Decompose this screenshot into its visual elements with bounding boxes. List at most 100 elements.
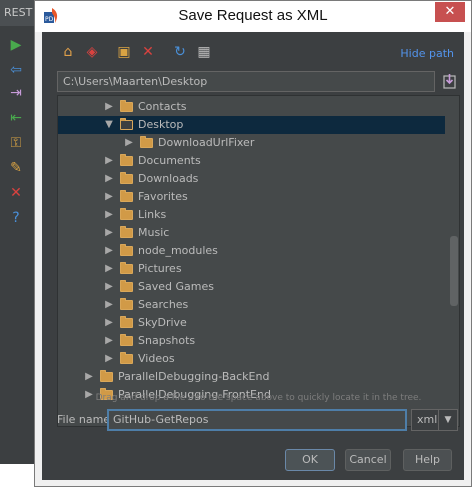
export-icon[interactable]: ⇥ [6,83,26,103]
dialog-title: Save Request as XML [178,7,328,24]
close-icon[interactable]: ✕ [6,183,26,203]
tree-row-label: Contacts [138,100,187,113]
expand-right-icon[interactable]: ▶ [104,152,114,170]
import-icon[interactable]: ⇤ [6,108,26,128]
folder-icon [120,100,133,112]
tree-row[interactable]: ▶ Documents [58,152,445,170]
folder-icon [120,226,133,238]
tree-scrollbar[interactable] [450,236,458,306]
tree-row[interactable]: ▶ Links [58,206,445,224]
help-icon[interactable]: ? [6,208,26,228]
tree-row-label: Searches [138,298,189,311]
tree-row[interactable]: ▶ ParallelDebugging-BackEnd [58,368,445,386]
folder-icon [120,280,133,292]
path-history-icon[interactable] [440,71,460,92]
close-icon: ✕ [444,4,456,19]
help-button[interactable]: Help [403,449,452,471]
tree-row-label: Pictures [138,262,182,275]
refresh-icon[interactable]: ↻ [170,42,190,62]
hide-path-link[interactable]: Hide path [400,47,454,60]
key-icon[interactable]: ⚿ [6,133,26,153]
expand-right-icon[interactable]: ▶ [104,350,114,368]
tree-row-label: ParallelDebugging-BackEnd [118,370,270,383]
chevron-down-icon[interactable]: ▼ [438,410,457,430]
file-name-label: File name: [57,413,114,426]
folder-icon [120,244,133,256]
expand-down-icon[interactable]: ▼ [104,116,114,134]
file-name-input[interactable]: GitHub-GetRepos [107,409,407,431]
tree-row[interactable]: ▶ Snapshots [58,332,445,350]
folder-icon [120,172,133,184]
back-arrow-icon[interactable]: ⇦ [6,60,26,80]
tree-row-label: Favorites [138,190,188,203]
folder-icon [120,352,133,364]
tree-row[interactable]: ▶ SkyDrive [58,314,445,332]
tree-row-label: Videos [138,352,175,365]
folder-icon [120,262,133,274]
tree-row[interactable]: ▶ Contacts [58,98,445,116]
tree-row[interactable]: ▶ Favorites [58,188,445,206]
tree-row[interactable]: ▶ Downloads [58,170,445,188]
tree-row[interactable]: ▶ DownloadUrlFixer [58,134,445,152]
delete-icon[interactable]: ✕ [138,42,158,62]
folder-icon [120,298,133,310]
rest-tab[interactable]: REST [0,0,34,26]
path-input[interactable]: C:\Users\Maarten\Desktop [57,71,435,92]
tree-row[interactable]: ▶ Music [58,224,445,242]
run-icon[interactable]: ▶ [6,35,26,55]
ok-button[interactable]: OK [285,449,335,471]
folder-icon [120,118,133,130]
expand-right-icon[interactable]: ▶ [104,188,114,206]
new-folder-icon[interactable]: ▣ [114,42,134,62]
expand-right-icon[interactable]: ▶ [104,260,114,278]
extension-value: xml [417,413,438,426]
file-tree[interactable]: ▶ ParallelDebugging-FrontEnd ▶ ParallelDebu… [57,95,460,427]
tree-row-label: SkyDrive [138,316,187,329]
expand-right-icon[interactable]: ▶ [104,278,114,296]
expand-right-icon[interactable]: ▶ [84,368,94,386]
tree-row-label: Desktop [138,118,184,131]
dialog-content: ⌂ ◈ ▣ ✕ ↻ ▦ Hide path C:\Users\Maarten\Deskto… [42,32,464,480]
folder-icon [100,370,113,382]
expand-right-icon[interactable]: ▶ [104,314,114,332]
tree-row-label: DownloadUrlFixer [158,136,255,149]
tree-row[interactable]: ▶ Pictures [58,260,445,278]
folder-icon [120,316,133,328]
folder-icon [120,154,133,166]
wrench-icon[interactable]: ✎ [6,158,26,178]
tree-row[interactable]: ▶ Saved Games [58,278,445,296]
close-button[interactable]: ✕ [435,2,465,22]
tree-row[interactable]: ▶ Videos [58,350,445,368]
tree-row-label: Saved Games [138,280,214,293]
folder-icon [120,208,133,220]
folder-icon [120,334,133,346]
home-icon[interactable]: ⌂ [58,42,78,62]
expand-right-icon[interactable]: ▶ [104,224,114,242]
dialog-titlebar: PD Save Request as XML ✕ [35,1,471,32]
expand-right-icon[interactable]: ▶ [124,134,134,152]
tree-row[interactable]: ▶ Searches [58,296,445,314]
expand-right-icon[interactable]: ▶ [104,98,114,116]
expand-right-icon[interactable]: ▶ [104,206,114,224]
tree-row-label: node_modules [138,244,218,257]
expand-right-icon[interactable]: ▶ [104,296,114,314]
drag-drop-hint: Drag and drop a file into the space abov… [95,393,422,403]
tree-row[interactable]: ▶ node_modules [58,242,445,260]
cancel-button[interactable]: Cancel [345,449,391,471]
tree-row-label: Music [138,226,170,239]
tree-row-label: Documents [138,154,201,167]
expand-right-icon[interactable]: ▶ [104,170,114,188]
tree-row[interactable]: ▼ Desktop [58,116,445,134]
show-hidden-icon[interactable]: ▦ [194,42,214,62]
save-request-dialog: PD Save Request as XML ✕ ⌂ ◈ ▣ ✕ ↻ ▦ Hide pat… [34,0,472,487]
folder-icon [140,136,153,148]
project-icon[interactable]: ◈ [82,42,102,62]
expand-right-icon[interactable]: ▶ [104,332,114,350]
ide-toolstrip: REST ▶ ⇦ ⇥ ⇤ ⚿ ✎ ✕? [0,0,35,464]
tree-row-label: Downloads [138,172,199,185]
tree-row-label: Snapshots [138,334,196,347]
folder-icon [120,190,133,202]
expand-right-icon[interactable]: ▶ [104,242,114,260]
extension-dropdown[interactable]: xml ▼ [411,409,458,431]
tree-row-label: Links [138,208,167,221]
